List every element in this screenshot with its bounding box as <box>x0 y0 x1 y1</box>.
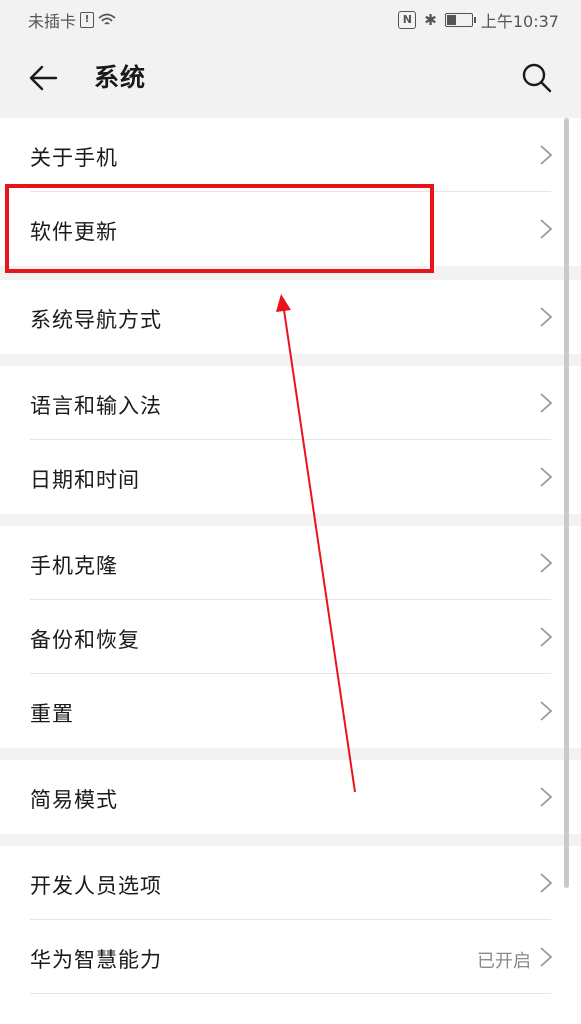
arrowhead <box>276 294 291 312</box>
annotation-arrow <box>276 294 356 793</box>
